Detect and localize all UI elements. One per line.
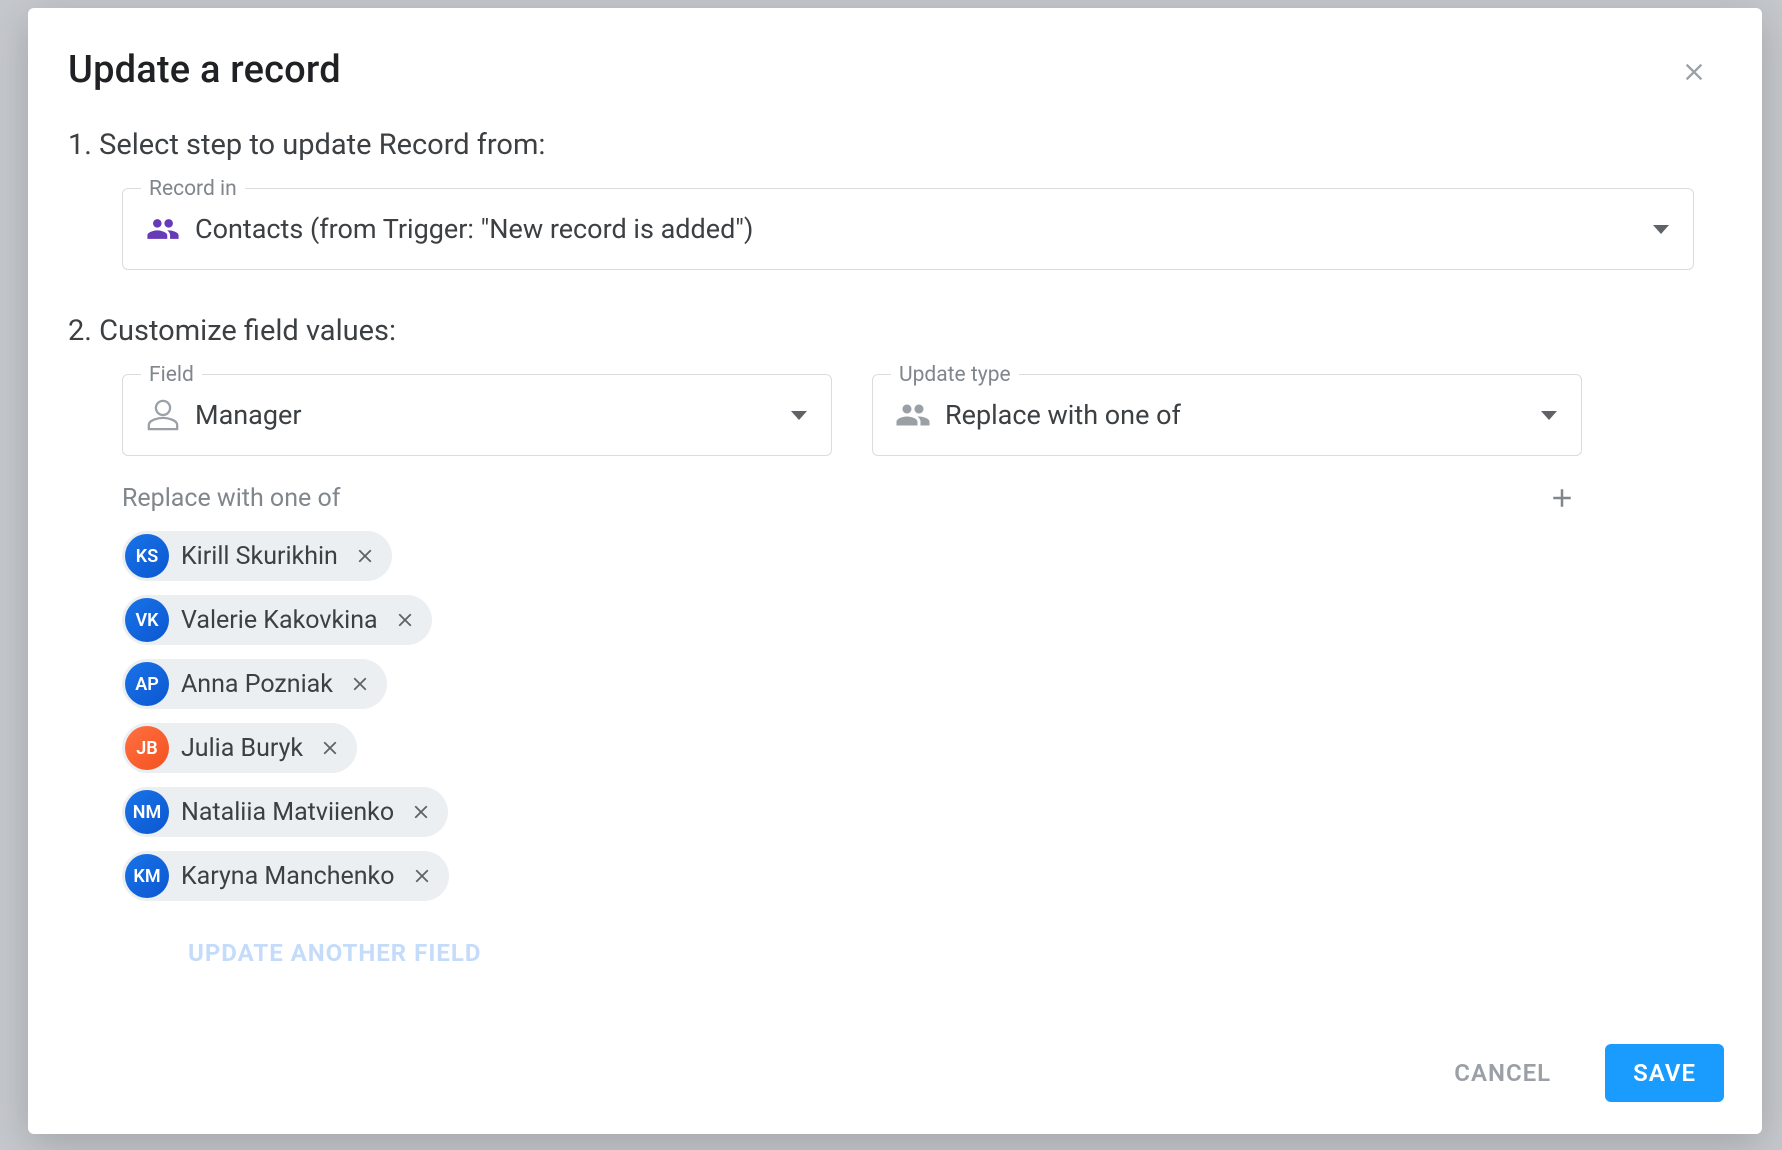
field-value: Manager [195, 399, 789, 431]
avatar: VK [125, 598, 169, 642]
chip-label: Anna Pozniak [181, 670, 333, 699]
person-chip[interactable]: NM Nataliia Matviienko [122, 787, 448, 837]
record-in-select[interactable]: Record in Contacts (from Trigger: "New r… [122, 188, 1694, 270]
step2-heading: 2. Customize field values: [68, 314, 1702, 348]
avatar: KS [125, 534, 169, 578]
chip-remove-button[interactable] [347, 671, 373, 697]
close-icon [411, 865, 433, 887]
update-type-value: Replace with one of [945, 399, 1539, 431]
chip-label: Karyna Manchenko [181, 862, 395, 891]
chevron-down-icon [1539, 405, 1559, 425]
update-another-field-button[interactable]: UPDATE ANOTHER FIELD [188, 939, 1702, 967]
close-icon [1680, 58, 1708, 86]
avatar: NM [125, 790, 169, 834]
step1-heading: 1. Select step to update Record from: [68, 128, 1702, 162]
chip-remove-button[interactable] [409, 863, 435, 889]
chip-label: Nataliia Matviienko [181, 798, 394, 827]
cancel-button[interactable]: CANCEL [1426, 1044, 1579, 1102]
update-type-select[interactable]: Update type Replace with one of [872, 374, 1582, 456]
person-chip[interactable]: VK Valerie Kakovkina [122, 595, 432, 645]
chevron-down-icon [789, 405, 809, 425]
plus-icon [1547, 483, 1577, 513]
chip-label: Valerie Kakovkina [181, 606, 378, 635]
modal-footer: CANCEL SAVE [28, 1020, 1762, 1134]
modal-body: Update a record 1. Select step to update… [28, 8, 1762, 1020]
field-select[interactable]: Field Manager [122, 374, 832, 456]
modal-backdrop: Update a record 1. Select step to update… [0, 0, 1782, 1150]
person-chip[interactable]: AP Anna Pozniak [122, 659, 387, 709]
record-in-label: Record in [141, 177, 245, 201]
group-icon [895, 397, 931, 433]
record-in-value: Contacts (from Trigger: "New record is a… [195, 213, 1651, 245]
chevron-down-icon [1651, 219, 1671, 239]
person-icon [145, 397, 181, 433]
person-chip[interactable]: JB Julia Buryk [122, 723, 357, 773]
add-value-button[interactable] [1544, 480, 1580, 516]
field-label: Field [141, 363, 202, 387]
values-section: Replace with one of KS Kirill Skurikhin VK… [122, 484, 1702, 967]
contacts-icon [145, 211, 181, 247]
chip-remove-button[interactable] [408, 799, 434, 825]
chip-remove-button[interactable] [317, 735, 343, 761]
chip-label: Julia Buryk [181, 734, 303, 763]
close-icon [349, 673, 371, 695]
update-type-label: Update type [891, 363, 1019, 387]
values-label: Replace with one of [122, 484, 1702, 513]
update-record-modal: Update a record 1. Select step to update… [28, 8, 1762, 1134]
close-button[interactable] [1674, 52, 1714, 92]
save-button[interactable]: SAVE [1605, 1044, 1724, 1102]
chip-remove-button[interactable] [392, 607, 418, 633]
close-icon [410, 801, 432, 823]
avatar: JB [125, 726, 169, 770]
chip-remove-button[interactable] [352, 543, 378, 569]
modal-title: Update a record [68, 48, 1702, 92]
close-icon [354, 545, 376, 567]
avatar: AP [125, 662, 169, 706]
person-chip[interactable]: KS Kirill Skurikhin [122, 531, 392, 581]
field-row: Field Manager Update type Replace with o… [122, 374, 1582, 456]
person-chip[interactable]: KM Karyna Manchenko [122, 851, 449, 901]
close-icon [394, 609, 416, 631]
avatar: KM [125, 854, 169, 898]
chip-label: Kirill Skurikhin [181, 542, 338, 571]
people-chips: KSKirill SkurikhinVKValerie KakovkinaAPA… [122, 531, 1702, 901]
close-icon [319, 737, 341, 759]
